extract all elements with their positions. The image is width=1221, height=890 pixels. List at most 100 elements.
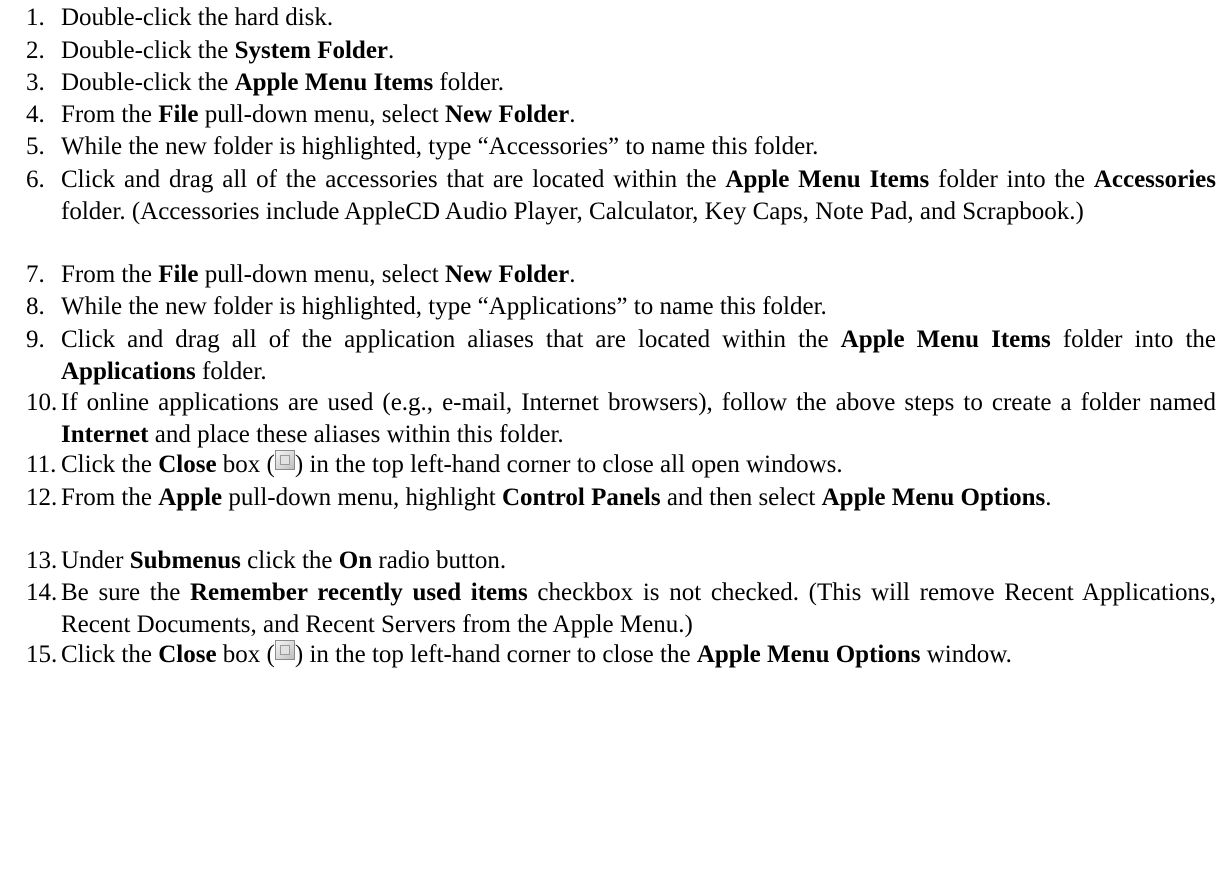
step-item: 14. Be sure the Remember recently used it… [26, 577, 1216, 641]
step-text-run: ) in the top left-hand corner to close t… [294, 641, 697, 668]
step-text-run: click the [240, 547, 339, 574]
step-item: 12. From the Apple pull-down menu, highli… [26, 482, 1216, 514]
step-text-run: . [569, 261, 576, 288]
step-text-run: Click the [61, 451, 159, 478]
step-emphasis: File [158, 101, 199, 128]
step-item: 6. Click and drag all of the accessories … [26, 164, 1216, 228]
step-text-run: . [1045, 484, 1052, 511]
step-number: 2. [26, 37, 45, 64]
step-item: 11. Click the Close box ( ) in the top lef… [26, 449, 1216, 481]
step-text-run: folder. (Accessories include AppleCD Aud… [61, 198, 1084, 225]
step-text-run: box ( [216, 641, 275, 668]
step-number: 4. [26, 101, 45, 128]
step-emphasis: Apple [158, 484, 223, 511]
step-emphasis: File [158, 261, 199, 288]
step-item: 10. If online applications are used (e.g.… [26, 387, 1216, 451]
step-text-run: folder into the [929, 166, 1094, 193]
step-emphasis: Submenus [129, 547, 241, 574]
step-text-run: While the new folder is highlighted, typ… [61, 293, 827, 320]
step-text: Double-click the System Folder. [61, 35, 1216, 67]
step-text-run: and place these aliases within this fold… [148, 421, 564, 448]
step-text: Click the Close box ( ) in the top left-h… [61, 449, 1216, 481]
step-text: Click and drag all of the accessories th… [61, 164, 1216, 228]
step-emphasis: Control Panels [501, 484, 661, 511]
step-item: 13. Under Submenus click the On radio but… [26, 545, 1216, 577]
step-text-run: Double-click the [61, 69, 235, 96]
step-emphasis: Applications [61, 358, 196, 385]
step-number: 9. [26, 326, 45, 353]
step-emphasis: New Folder [444, 261, 570, 288]
step-text-run: From the [61, 101, 159, 128]
step-text: While the new folder is highlighted, typ… [61, 291, 1216, 323]
step-text-run: Be sure the [61, 579, 190, 606]
step-text-run: window. [920, 641, 1012, 668]
step-emphasis: New Folder [444, 101, 570, 128]
step-text-run: folder. [433, 69, 504, 96]
step-number: 7. [26, 261, 45, 288]
step-text-run: box ( [216, 451, 275, 478]
step-emphasis: Close [158, 641, 217, 668]
step-text-run: pull-down menu, highlight [222, 484, 502, 511]
step-item: 8. While the new folder is highlighted, t… [26, 291, 1216, 323]
step-emphasis: Apple Menu Items [725, 166, 930, 193]
close-box-icon [274, 640, 295, 660]
step-emphasis: Accessories [1093, 166, 1217, 193]
step-text-run: and then select [660, 484, 822, 511]
step-text: If online applications are used (e.g., e… [61, 387, 1216, 451]
step-text: Double-click the hard disk. [61, 2, 1216, 34]
step-item: 15. Click the Close box ( ) in the top lef… [26, 639, 1216, 671]
step-number: 8. [26, 293, 45, 320]
step-text-run: From the [61, 261, 159, 288]
step-number: 15. [26, 641, 58, 668]
step-text-run: Click and drag all of the accessories th… [61, 166, 726, 193]
step-item: 2. Double-click the System Folder. [26, 35, 1216, 67]
step-item: 9. Click and drag all of the application … [26, 324, 1216, 388]
step-emphasis: Close [158, 451, 217, 478]
step-number: 3. [26, 69, 45, 96]
close-box-icon [274, 450, 295, 470]
step-number: 11. [26, 451, 57, 478]
step-text: Click the Close box ( ) in the top left-h… [61, 639, 1216, 671]
step-emphasis: Apple Menu Items [840, 326, 1051, 353]
step-text-run: folder into the [1050, 326, 1216, 353]
step-text-run: radio button. [372, 547, 507, 574]
step-text-run: ) in the top left-hand corner to close a… [294, 451, 843, 478]
step-emphasis: On [338, 547, 373, 574]
step-text-run: Double-click the [61, 37, 235, 64]
step-text-run: . [388, 37, 395, 64]
step-number: 5. [26, 133, 45, 160]
step-emphasis: Apple Menu Items [234, 69, 434, 96]
step-number: 10. [26, 389, 58, 416]
step-text: From the Apple pull-down menu, highlight… [61, 482, 1216, 514]
step-text: Double-click the Apple Menu Items folder… [61, 67, 1216, 99]
step-number: 1. [26, 4, 45, 31]
step-emphasis: System Folder [234, 37, 389, 64]
step-text-run: pull-down menu, select [198, 101, 445, 128]
step-item: 1. Double-click the hard disk. [26, 2, 1216, 34]
step-text-run: Double-click the hard disk. [61, 4, 334, 31]
step-text: While the new folder is highlighted, typ… [61, 131, 1216, 163]
step-emphasis: Remember recently used items [189, 579, 528, 606]
step-item: 5. While the new folder is highlighted, t… [26, 131, 1216, 163]
step-text-run: folder. [195, 358, 267, 385]
step-text: Click and drag all of the application al… [61, 324, 1216, 388]
step-text: Be sure the Remember recently used items… [61, 577, 1216, 641]
step-item: 4. From the File pull-down menu, select N… [26, 99, 1216, 131]
step-emphasis: Internet [61, 421, 149, 448]
step-text: From the File pull-down menu, select New… [61, 259, 1216, 291]
step-text-run: If online applications are used (e.g., e… [61, 389, 1216, 416]
step-number: 14. [26, 579, 58, 606]
step-emphasis: Apple Menu Options [696, 641, 921, 668]
step-text-run: pull-down menu, select [198, 261, 445, 288]
step-emphasis: Apple Menu Options [821, 484, 1046, 511]
step-number: 6. [26, 166, 45, 193]
step-text-run: While the new folder is highlighted, typ… [61, 133, 819, 160]
step-text-run: Click the [61, 641, 159, 668]
step-number: 13. [26, 547, 58, 574]
step-item: 7. From the File pull-down menu, select N… [26, 259, 1216, 291]
step-text: From the File pull-down menu, select New… [61, 99, 1216, 131]
step-number: 12. [26, 484, 58, 511]
step-text-run: Click and drag all of the application al… [61, 326, 841, 353]
step-text-run: From the [61, 484, 159, 511]
step-text-run: Under [61, 547, 130, 574]
